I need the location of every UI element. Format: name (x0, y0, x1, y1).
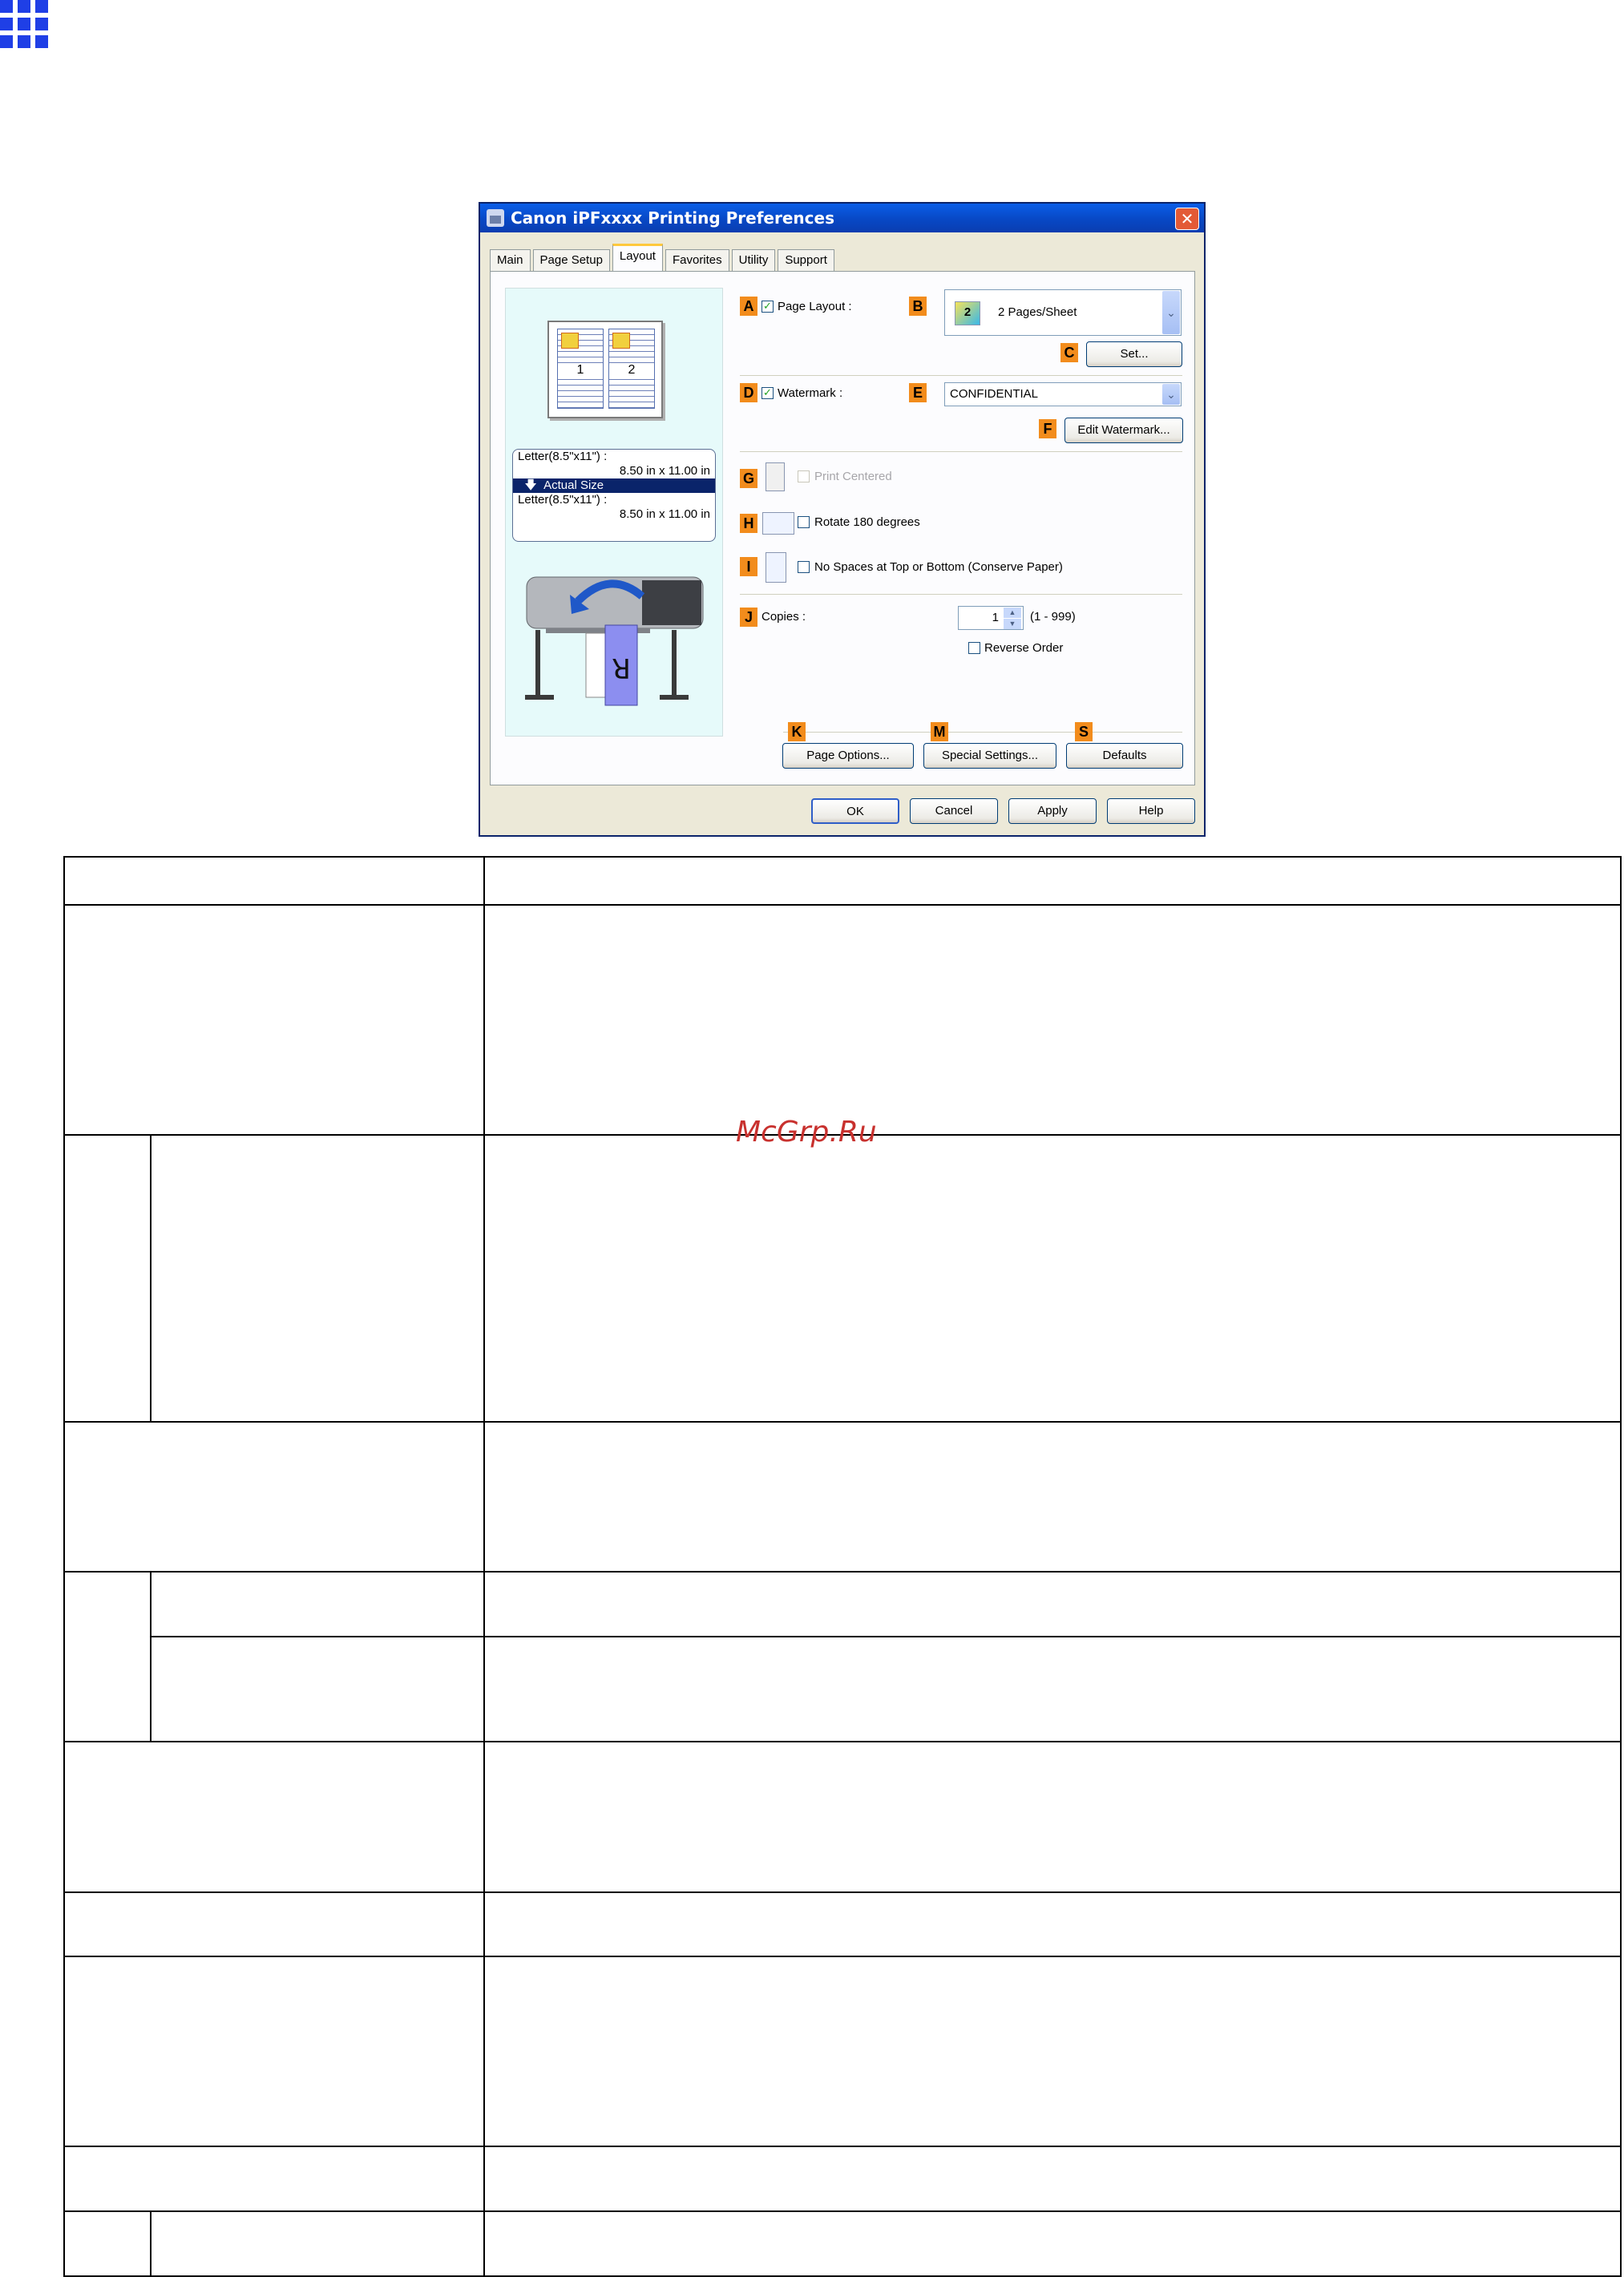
label-g: G (740, 469, 757, 488)
preview-page-1: 1 (557, 329, 604, 409)
chevron-down-icon[interactable]: ⌄ (1162, 384, 1180, 405)
label-j: J (740, 608, 757, 627)
copies-stepper[interactable]: 1 ▲ ▼ (958, 606, 1024, 630)
page-layout-label: Page Layout : (778, 300, 852, 313)
table-row-divider (63, 1421, 1622, 1423)
page-layout-checkbox[interactable]: ✓ (762, 301, 774, 313)
no-spaces-checkbox[interactable] (798, 561, 810, 573)
output-size-value: 8.50 in x 11.00 in (619, 507, 710, 521)
rotate-180-checkbox[interactable] (798, 516, 810, 528)
no-spaces-label: No Spaces at Top or Bottom (Conserve Pap… (814, 560, 1063, 574)
page-layout-preview: 1 2 (547, 321, 663, 418)
label-k: K (788, 722, 806, 741)
watermark-label: Watermark : (778, 386, 843, 400)
watermark-value: CONFIDENTIAL (950, 387, 1039, 401)
watermark-checkbox[interactable]: ✓ (762, 387, 774, 399)
grid-menu-icon[interactable] (0, 0, 48, 48)
table-row-divider (63, 2210, 1622, 2212)
copies-value[interactable]: 1 (992, 611, 999, 624)
paper-size-info: Letter(8.5"x11") : 8.50 in x 11.00 in 🡇 … (512, 449, 716, 542)
help-button[interactable]: Help (1107, 798, 1195, 824)
tab-strip: Main Page Setup Layout Favorites Utility… (490, 244, 837, 273)
label-i: I (740, 557, 757, 576)
print-centered-checkbox (798, 470, 810, 482)
copies-range: (1 - 999) (1030, 610, 1076, 624)
ok-button[interactable]: OK (811, 798, 899, 824)
label-m: M (931, 722, 948, 741)
label-f: F (1039, 419, 1056, 438)
original-size-label: Letter(8.5"x11") : (518, 450, 608, 463)
print-centered-label: Print Centered (814, 470, 892, 483)
preview-page-number: 1 (558, 363, 603, 377)
preview-pane: 1 2 Letter(8.5"x11") : 8.50 in x 11.00 i… (505, 288, 723, 737)
printer-icon (487, 209, 504, 227)
original-size-value: 8.50 in x 11.00 in (619, 464, 710, 478)
label-h: H (740, 514, 757, 533)
dialog-title: Canon iPFxxxx Printing Preferences (511, 208, 834, 228)
reverse-order-checkbox[interactable] (968, 642, 980, 654)
page-options-button[interactable]: Page Options... (782, 743, 914, 769)
output-size-label: Letter(8.5"x11") : (518, 493, 608, 507)
separator (740, 451, 1182, 452)
table-sub-column-divider (150, 2210, 151, 2277)
table-row-divider (63, 904, 1622, 906)
separator (783, 732, 1182, 733)
tab-layout[interactable]: Layout (612, 244, 663, 273)
separator (740, 375, 1182, 376)
label-a: A (740, 297, 757, 316)
cancel-button[interactable]: Cancel (910, 798, 998, 824)
printing-preferences-dialog: Canon iPFxxxx Printing Preferences ✕ Mai… (479, 202, 1206, 837)
label-d: D (740, 383, 757, 402)
printer-letter: R (612, 652, 631, 684)
label-e: E (909, 383, 927, 402)
tab-support[interactable]: Support (778, 249, 834, 273)
edit-watermark-button[interactable]: Edit Watermark... (1064, 418, 1183, 443)
table-column-divider (483, 856, 485, 2277)
table-row-divider (63, 2146, 1622, 2147)
copies-label: Copies : (762, 610, 806, 624)
preview-page-number: 2 (609, 363, 654, 377)
table-row-divider (63, 1741, 1622, 1742)
table-sub-column-divider (150, 1571, 151, 1741)
close-button[interactable]: ✕ (1175, 208, 1199, 230)
rotate-icon (762, 512, 794, 535)
settings-table (63, 856, 1622, 2277)
label-c: C (1060, 343, 1078, 362)
tab-utility[interactable]: Utility (731, 249, 776, 273)
preview-page-2: 2 (608, 329, 655, 409)
tab-favorites[interactable]: Favorites (665, 249, 729, 273)
table-sub-column-divider (150, 1134, 151, 1421)
spin-up-icon[interactable]: ▲ (1004, 608, 1021, 618)
chevron-down-icon[interactable]: ⌄ (1162, 291, 1180, 334)
page-layout-select[interactable]: 2 2 Pages/Sheet ⌄ (944, 289, 1182, 336)
reverse-order-label: Reverse Order (984, 641, 1064, 655)
table-row-divider (63, 1571, 1622, 1573)
site-watermark: McGrp.Ru (736, 1116, 877, 1149)
no-spaces-icon (766, 552, 786, 583)
label-b: B (909, 297, 927, 316)
spin-down-icon[interactable]: ▼ (1004, 619, 1021, 629)
apply-button[interactable]: Apply (1008, 798, 1097, 824)
tab-main[interactable]: Main (490, 249, 531, 273)
separator (740, 594, 1182, 595)
print-centered-icon (766, 462, 785, 491)
special-settings-button[interactable]: Special Settings... (923, 743, 1056, 769)
rotate-180-label: Rotate 180 degrees (814, 515, 920, 529)
layout-panel: 1 2 Letter(8.5"x11") : 8.50 in x 11.00 i… (490, 271, 1195, 785)
table-row-divider (63, 1956, 1622, 1957)
printer-illustration: R (525, 576, 704, 706)
table-row-divider (150, 1636, 1622, 1637)
watermark-select[interactable]: CONFIDENTIAL ⌄ (944, 382, 1182, 406)
scaling-mode: 🡇 Actual Size (513, 478, 715, 493)
table-row-divider (63, 1891, 1622, 1893)
label-s: S (1075, 722, 1093, 741)
page-layout-value: 2 Pages/Sheet (998, 305, 1077, 319)
set-button[interactable]: Set... (1086, 341, 1182, 367)
pages-per-sheet-icon: 2 (955, 301, 980, 325)
defaults-button[interactable]: Defaults (1066, 743, 1183, 769)
title-bar[interactable]: Canon iPFxxxx Printing Preferences ✕ (480, 204, 1204, 232)
tab-page-setup[interactable]: Page Setup (532, 249, 610, 273)
